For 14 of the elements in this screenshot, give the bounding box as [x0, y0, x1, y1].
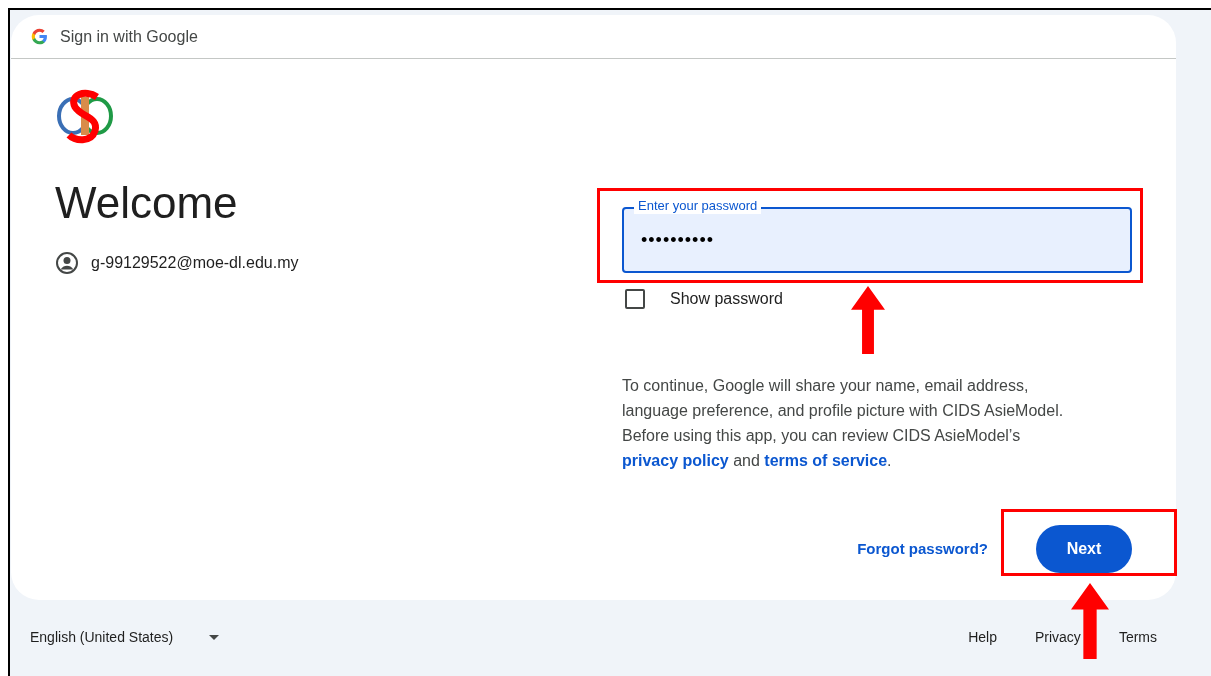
forgot-password-link[interactable]: Forgot password? — [857, 537, 988, 561]
next-button[interactable]: Next — [1036, 525, 1132, 573]
policy-link[interactable]: privacy policy — [622, 452, 729, 469]
footer-link[interactable]: Terms — [1118, 627, 1157, 649]
show-password-label[interactable]: Show password — [670, 287, 783, 311]
account-email: g-99129522@moe-dl.edu.my — [91, 253, 299, 273]
welcome-heading: Welcome — [55, 177, 239, 229]
consent-text: To continue, Google will share your name, email address, language preference, and profile picture with CIDS AsieModel. Before using this app, you can review CIDS AsieModel’s privacy policy and terms of service. — [622, 376, 1065, 471]
footer-link[interactable]: Privacy — [1034, 627, 1081, 649]
language-select[interactable]: English (United States) — [30, 627, 220, 649]
footer-link[interactable]: Help — [968, 627, 997, 649]
field-label: Enter your password — [634, 198, 762, 214]
header-title: Sign in with Google — [60, 26, 198, 47]
policy-link[interactable]: terms of service — [764, 452, 888, 469]
